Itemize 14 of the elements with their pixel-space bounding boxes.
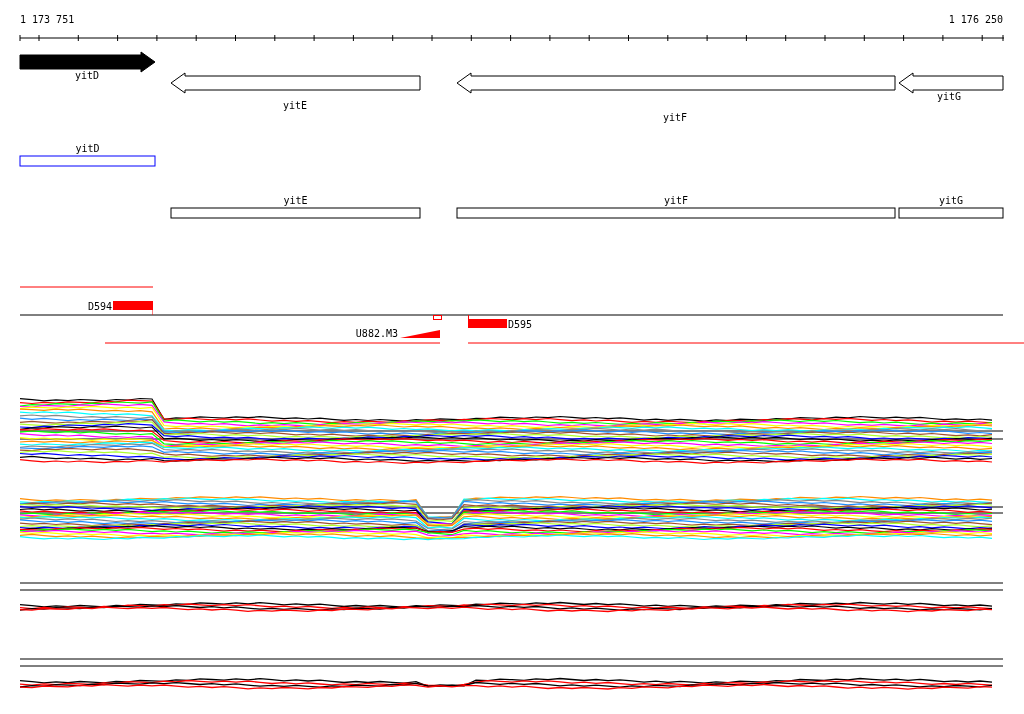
gene-label: yitE bbox=[282, 100, 308, 111]
gene-label: yitF bbox=[662, 112, 688, 123]
feature-label: U882.M3 bbox=[355, 328, 398, 339]
gene-label: yitE bbox=[283, 195, 308, 206]
gene-label: yitG bbox=[938, 195, 964, 206]
gene-label: yitD bbox=[74, 70, 100, 81]
axis-end-label: 1 176 250 bbox=[948, 14, 1003, 25]
feature-label: D594 bbox=[87, 301, 112, 312]
gene-label: yitG bbox=[936, 91, 962, 102]
gene-label: yitD bbox=[75, 143, 100, 154]
gene-label: yitF bbox=[663, 195, 689, 206]
feature-marker-icon bbox=[433, 315, 442, 320]
feature-label: D595 bbox=[508, 319, 533, 330]
axis-start-label: 1 173 751 bbox=[20, 14, 75, 25]
